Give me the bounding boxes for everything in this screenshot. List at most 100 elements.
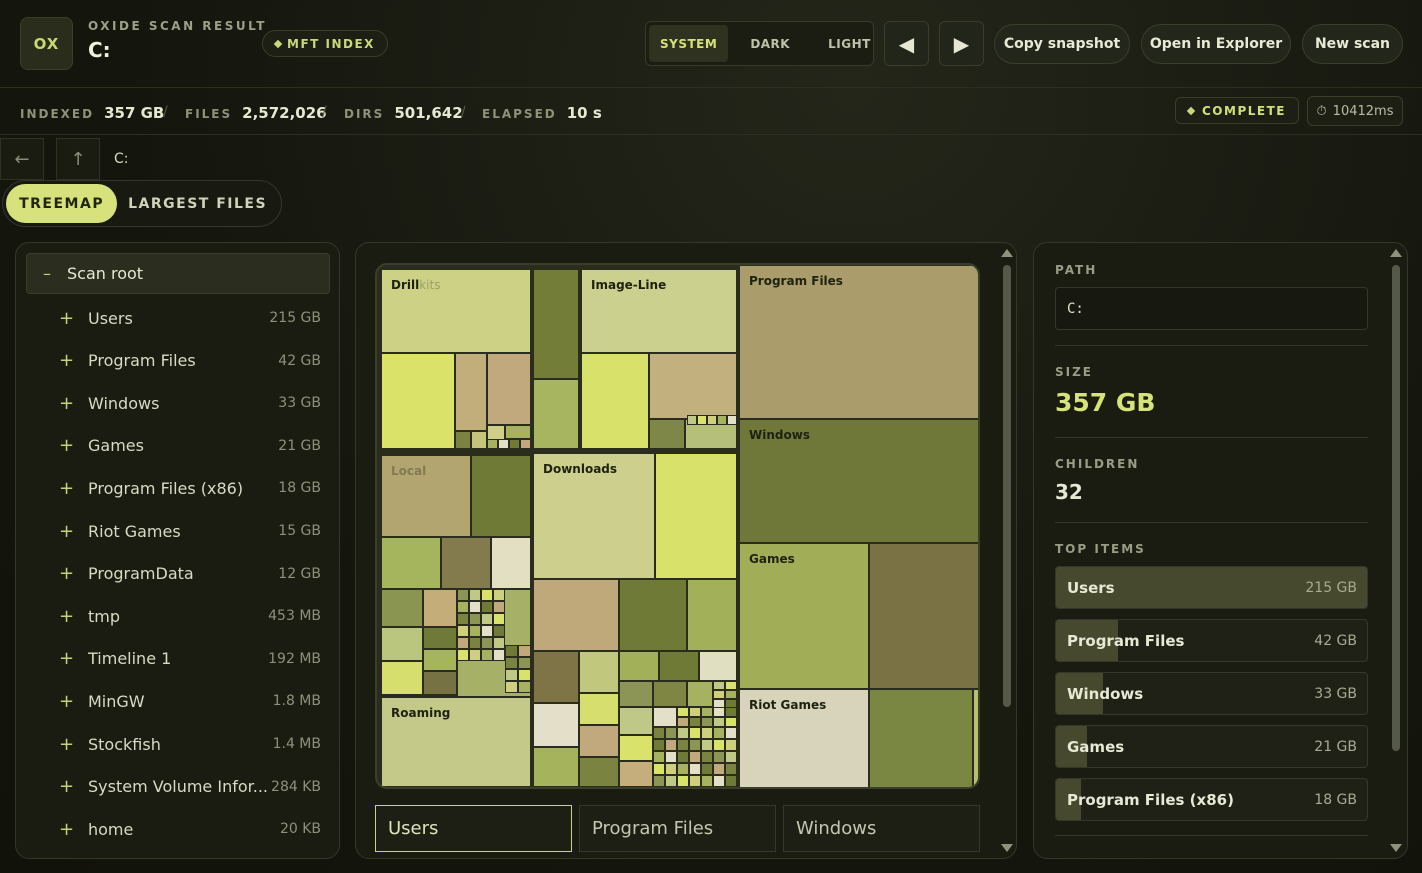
- treemap-cell[interactable]: [689, 775, 701, 787]
- treemap-cell[interactable]: [725, 699, 737, 708]
- treemap-cell[interactable]: [457, 625, 469, 637]
- treemap-cell[interactable]: [725, 717, 737, 727]
- treemap-cell[interactable]: [493, 613, 505, 625]
- treemap-cell[interactable]: [677, 707, 689, 717]
- treemap-cell[interactable]: [493, 649, 505, 661]
- treemap-cell[interactable]: [381, 537, 441, 589]
- treemap-cell[interactable]: [487, 439, 498, 449]
- up-button[interactable]: ↑: [56, 138, 100, 180]
- treemap-cell[interactable]: [689, 717, 701, 727]
- treemap-cell[interactable]: [725, 681, 737, 690]
- previous-button[interactable]: ◀: [884, 21, 929, 66]
- treemap-cell[interactable]: [423, 589, 457, 627]
- treemap-cell[interactable]: [471, 431, 487, 449]
- treemap-cell[interactable]: [381, 627, 423, 661]
- treemap-cell[interactable]: [579, 651, 619, 693]
- treemap-cell[interactable]: [469, 589, 481, 601]
- treemap-cell[interactable]: [665, 739, 677, 751]
- expand-icon[interactable]: +: [59, 606, 74, 627]
- treemap-cell[interactable]: [533, 651, 579, 703]
- treemap-cell[interactable]: [687, 681, 713, 707]
- treemap-cell[interactable]: [725, 775, 737, 787]
- treemap-cell[interactable]: [481, 637, 493, 649]
- treemap-cell[interactable]: [653, 727, 665, 739]
- treemap-cell[interactable]: [493, 601, 505, 613]
- tree-item[interactable]: + home 20 KB: [16, 811, 339, 847]
- treemap-cell[interactable]: [689, 739, 701, 751]
- treemap-cell[interactable]: [381, 661, 423, 695]
- treemap-cell[interactable]: [469, 601, 481, 613]
- treemap-cell[interactable]: [701, 717, 713, 727]
- treemap-cell[interactable]: [457, 637, 469, 649]
- treemap-cell[interactable]: [653, 775, 665, 787]
- treemap-cell[interactable]: [727, 415, 737, 425]
- tree-item[interactable]: + System Volume Infor... 284 KB: [16, 769, 339, 805]
- treemap-cell-windows[interactable]: Windows: [739, 419, 978, 543]
- treemap-cell[interactable]: [869, 543, 978, 689]
- treemap-cell[interactable]: [619, 761, 653, 787]
- treemap-cell[interactable]: [533, 379, 579, 449]
- treemap-cell[interactable]: [481, 613, 493, 625]
- treemap-cell[interactable]: [869, 689, 973, 787]
- treemap-cell[interactable]: [713, 681, 725, 690]
- treemap-cell-roaming[interactable]: Roaming: [381, 697, 531, 787]
- treemap-cell[interactable]: [457, 601, 469, 613]
- treemap-cell[interactable]: [677, 717, 689, 727]
- treemap-cell[interactable]: [653, 707, 677, 727]
- treemap-cell[interactable]: [713, 751, 725, 763]
- treemap-cell[interactable]: [713, 727, 725, 739]
- treemap-cell[interactable]: [713, 699, 725, 708]
- treemap-cell-riot-games[interactable]: Riot Games: [739, 689, 869, 787]
- treemap-cell[interactable]: [713, 739, 725, 751]
- tree-item[interactable]: + Riot Games 15 GB: [16, 513, 339, 549]
- treemap-cell[interactable]: [619, 579, 687, 651]
- treemap-cell[interactable]: [619, 651, 659, 681]
- treemap-cell[interactable]: [689, 707, 701, 717]
- treemap-cell[interactable]: [713, 775, 725, 787]
- scrollbar-thumb[interactable]: [1392, 265, 1400, 751]
- treemap-cell[interactable]: [533, 579, 619, 651]
- treemap-cell[interactable]: [687, 579, 737, 651]
- expand-icon[interactable]: +: [59, 691, 74, 712]
- treemap-cell[interactable]: [481, 589, 493, 601]
- treemap-cell[interactable]: [493, 637, 505, 649]
- treemap-cell[interactable]: [725, 751, 737, 763]
- treemap-cell[interactable]: [579, 693, 619, 725]
- treemap-cell[interactable]: [689, 763, 701, 775]
- expand-icon[interactable]: +: [59, 308, 74, 329]
- treemap-cell[interactable]: [491, 537, 531, 589]
- treemap-cell-image-line[interactable]: Image-Line: [581, 269, 737, 353]
- new-scan-button[interactable]: New scan: [1302, 24, 1403, 64]
- expand-icon[interactable]: +: [59, 819, 74, 840]
- treemap-cell-downloads[interactable]: Downloads: [533, 453, 655, 579]
- expand-icon[interactable]: +: [59, 521, 74, 542]
- treemap-tab-program-files[interactable]: Program Files: [579, 805, 776, 852]
- treemap-cell[interactable]: [381, 589, 423, 627]
- treemap-cell[interactable]: [481, 601, 493, 613]
- treemap-cell[interactable]: [677, 727, 689, 739]
- expand-icon[interactable]: +: [59, 648, 74, 669]
- treemap-cell[interactable]: [687, 415, 697, 425]
- top-item[interactable]: Windows 33 GB: [1055, 672, 1368, 715]
- treemap-cell[interactable]: [469, 613, 481, 625]
- treemap-cell[interactable]: [713, 763, 725, 775]
- top-item[interactable]: Users 215 GB: [1055, 566, 1368, 609]
- treemap-cell[interactable]: [697, 415, 707, 425]
- expand-icon[interactable]: +: [59, 478, 74, 499]
- tree-item[interactable]: + Users 215 GB: [16, 300, 339, 336]
- scrollbar-thumb[interactable]: [1003, 265, 1011, 707]
- treemap-cell[interactable]: [655, 453, 737, 579]
- back-button[interactable]: ←: [0, 138, 44, 180]
- tree-item[interactable]: + Timeline 1 192 MB: [16, 641, 339, 677]
- treemap-cell[interactable]: [457, 613, 469, 625]
- treemap-cell[interactable]: [423, 671, 457, 695]
- treemap-cell[interactable]: [469, 637, 481, 649]
- treemap-cell[interactable]: [677, 763, 689, 775]
- treemap-cell[interactable]: [701, 739, 713, 751]
- treemap-cell[interactable]: [677, 739, 689, 751]
- tree-item[interactable]: + ProgramData 12 GB: [16, 556, 339, 592]
- details-scrollbar[interactable]: [1390, 243, 1402, 858]
- treemap-cell[interactable]: [665, 763, 677, 775]
- theme-system-button[interactable]: SYSTEM: [649, 25, 729, 62]
- top-item[interactable]: Program Files (x86) 18 GB: [1055, 778, 1368, 821]
